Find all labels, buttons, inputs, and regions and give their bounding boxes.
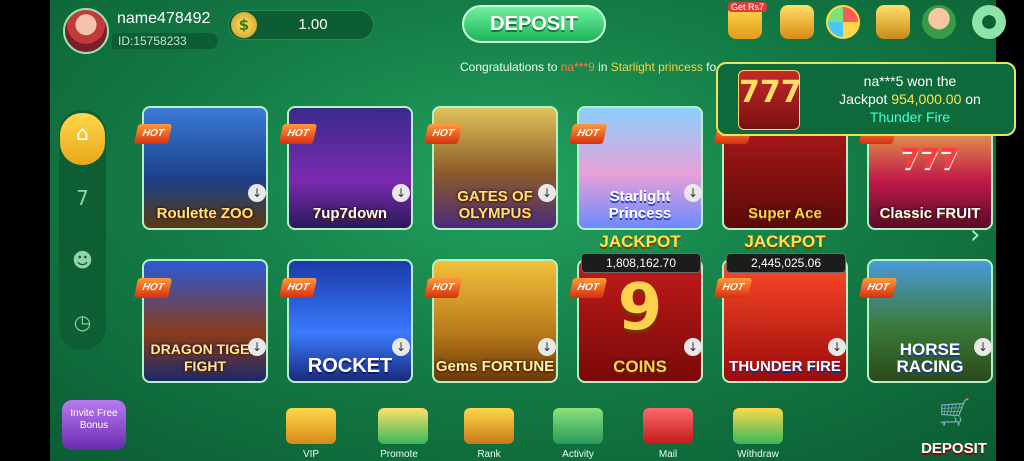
popup-amount: 954,000.00 xyxy=(891,91,962,107)
nav-promote[interactable]: Promote xyxy=(364,449,434,460)
withdraw-icon[interactable] xyxy=(733,408,783,444)
jackpot-value: 1,808,162.70 xyxy=(581,253,701,273)
popup-line2: Jackpot 954,000.00 on xyxy=(808,90,1012,108)
download-icon[interactable]: ↓ xyxy=(392,338,410,356)
activity-gift-icon[interactable] xyxy=(553,408,603,444)
classic-fruit-777: 777 xyxy=(900,142,960,175)
vip-crown-icon[interactable] xyxy=(286,408,336,444)
download-icon[interactable]: ↓ xyxy=(684,184,702,202)
game-title: Super Ace xyxy=(748,205,822,222)
left-black-bar xyxy=(0,0,50,461)
hot-badge: HOT xyxy=(278,278,318,298)
username: name478492 xyxy=(117,10,211,27)
get-rs-badge: Get Rs7 xyxy=(728,2,768,12)
download-icon[interactable]: ↓ xyxy=(248,338,266,356)
download-icon[interactable]: ↓ xyxy=(392,184,410,202)
marquee-suffix: fo xyxy=(702,60,717,74)
nav-activity[interactable]: Activity xyxy=(543,449,613,460)
avatar[interactable] xyxy=(63,8,109,54)
game-title: 7up7down xyxy=(312,205,388,222)
popup-line2-post: on xyxy=(961,91,981,107)
game-title: Starlight Princess xyxy=(608,188,672,222)
popup-line1: na***5 won the xyxy=(863,73,957,89)
hot-badge: HOT xyxy=(713,278,753,298)
shopping-cart-icon[interactable]: 🛒 xyxy=(922,398,988,438)
nav-withdraw[interactable]: Withdraw xyxy=(723,449,793,460)
hot-badge: HOT xyxy=(133,124,173,144)
game-title: THUNDER FIRE xyxy=(729,358,841,375)
invite-bonus-button[interactable]: Invite Free Bonus xyxy=(62,400,126,450)
jackpot-title: JACKPOT xyxy=(599,232,681,251)
balance-value: 1.00 xyxy=(298,16,328,33)
nav-mail[interactable]: Mail xyxy=(633,449,703,460)
game-title: Gems FORTUNE xyxy=(435,358,555,375)
spin-wheel-icon[interactable] xyxy=(826,5,860,39)
settings-gear-icon[interactable] xyxy=(972,5,1006,39)
rank-trophy-icon[interactable] xyxy=(464,408,514,444)
download-icon[interactable]: ↓ xyxy=(828,338,846,356)
hot-badge: HOT xyxy=(133,278,173,298)
marquee-prefix: Congratulations to xyxy=(460,60,561,74)
support-agent-icon[interactable] xyxy=(922,5,956,39)
promote-coins-icon[interactable] xyxy=(378,408,428,444)
marquee-game: Starlight princess xyxy=(610,60,703,74)
hot-badge: HOT xyxy=(423,278,463,298)
hot-badge: HOT xyxy=(568,124,608,144)
game-lobby: name478492 ID:15758233 $ 1.00 DEPOSIT Ge… xyxy=(0,0,1024,461)
jackpot-title: JACKPOT xyxy=(744,232,826,251)
party-icon[interactable] xyxy=(876,5,910,39)
popup-line2-pre: Jackpot xyxy=(839,91,892,107)
hot-badge: HOT xyxy=(278,124,318,144)
winner-marquee: Congratulations to na***9 in Starlight p… xyxy=(460,60,716,74)
coin-icon: $ xyxy=(231,12,257,38)
game-title: Roulette ZOO xyxy=(156,205,254,222)
chevron-right-icon[interactable]: › xyxy=(970,220,980,250)
download-icon[interactable]: ↓ xyxy=(538,338,556,356)
download-icon[interactable]: ↓ xyxy=(538,184,556,202)
thunder-fire-thumb: 777 xyxy=(738,70,802,130)
game-title: HORSE RACING xyxy=(896,340,964,376)
jackpot-value: 2,445,025.06 xyxy=(726,253,846,273)
download-icon[interactable]: ↓ xyxy=(248,184,266,202)
marquee-mid: in xyxy=(594,60,611,74)
gift-box-icon[interactable] xyxy=(780,5,814,39)
home-icon[interactable]: ⌂ xyxy=(60,113,105,165)
popup-text: na***5 won the Jackpot 954,000.00 on Thu… xyxy=(808,72,1012,126)
game-title: ROCKET xyxy=(307,355,393,377)
nav-vip[interactable]: VIP xyxy=(276,449,346,460)
nav-rank[interactable]: Rank xyxy=(454,449,524,460)
hot-badge: HOT xyxy=(568,278,608,298)
game-title: COINS xyxy=(613,357,667,376)
history-icon[interactable]: ◷ xyxy=(59,302,106,342)
hot-badge: HOT xyxy=(858,278,898,298)
deposit-button[interactable]: DEPOSIT xyxy=(462,5,606,43)
user-id: ID:15758233 xyxy=(112,33,218,49)
hot-badge: HOT xyxy=(423,124,463,144)
popup-game: Thunder Fire xyxy=(869,109,951,125)
people-icon[interactable]: ☻ xyxy=(59,240,106,280)
download-icon[interactable]: ↓ xyxy=(974,338,992,356)
download-icon[interactable]: ↓ xyxy=(684,338,702,356)
slots-777-icon[interactable]: 7 xyxy=(59,178,106,218)
mail-mailbox-icon[interactable] xyxy=(643,408,693,444)
marquee-user: na***9 xyxy=(560,60,595,74)
bottom-deposit-button[interactable]: DEPOSIT xyxy=(912,440,996,457)
